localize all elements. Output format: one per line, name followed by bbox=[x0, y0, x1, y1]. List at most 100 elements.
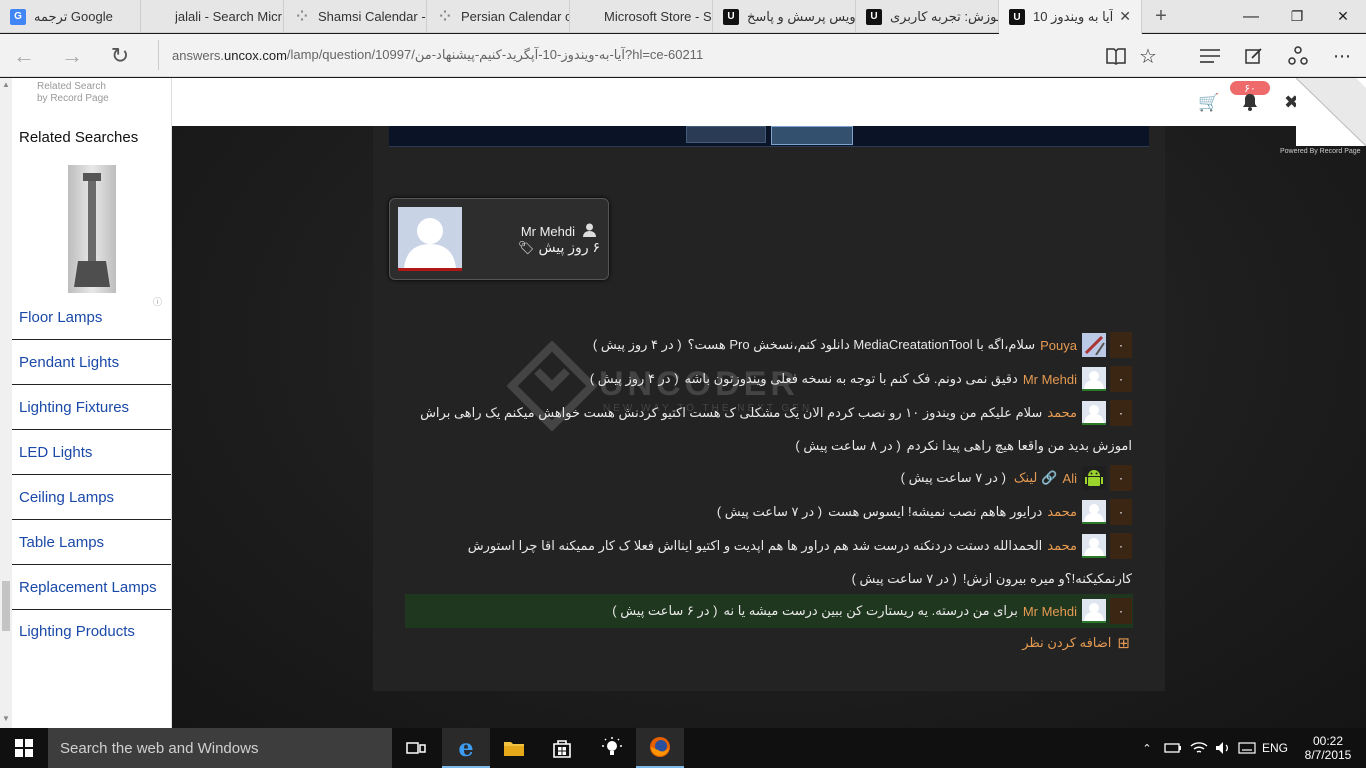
more-options-icon[interactable]: ⋯ bbox=[1326, 40, 1358, 72]
vote-count[interactable]: ۰ bbox=[1110, 533, 1132, 559]
related-item-lighting-products[interactable]: Lighting Products bbox=[12, 610, 171, 640]
wifi-icon[interactable] bbox=[1188, 728, 1210, 768]
task-view-icon[interactable] bbox=[392, 728, 440, 768]
close-window-button[interactable]: ✕ bbox=[1320, 0, 1366, 33]
tab-uncox-qa[interactable]: U سرویس پرسش و پاسخ bbox=[713, 0, 856, 33]
related-item-led-lights[interactable]: LED Lights bbox=[12, 430, 171, 475]
share-icon[interactable] bbox=[1282, 40, 1314, 72]
comment-text: الحمدالله دستت دردنکنه درست شد هم دراور … bbox=[467, 538, 1043, 553]
scroll-down-icon[interactable]: ▼ bbox=[2, 714, 10, 723]
close-tab-icon[interactable]: ✕ bbox=[1119, 8, 1131, 25]
favorite-star-icon[interactable]: ☆ bbox=[1132, 40, 1164, 72]
vote-count[interactable]: ۰ bbox=[1110, 598, 1132, 624]
reading-view-icon[interactable] bbox=[1100, 40, 1132, 72]
comment-author[interactable]: Ali bbox=[1063, 471, 1077, 486]
hub-icon[interactable] bbox=[1194, 40, 1226, 72]
comment-text: سلام علیکم من ویندوز ۱۰ رو نصب کردم الان… bbox=[420, 405, 1043, 420]
back-button[interactable]: ← bbox=[8, 40, 40, 72]
lamp-image[interactable] bbox=[68, 165, 116, 293]
volume-icon[interactable] bbox=[1212, 728, 1234, 768]
forward-button[interactable]: → bbox=[56, 40, 88, 72]
tips-lightbulb-icon[interactable] bbox=[588, 728, 636, 768]
related-search-caption: Related Search by Record Page bbox=[37, 81, 109, 105]
firefox-icon[interactable] bbox=[636, 728, 684, 768]
show-hidden-icons[interactable]: ⌃ bbox=[1136, 728, 1158, 768]
tab-title: ترجمه Google bbox=[34, 8, 113, 24]
loading-dots-icon: ⁘ bbox=[296, 8, 308, 24]
default-avatar[interactable] bbox=[1082, 534, 1106, 558]
bell-icon[interactable] bbox=[1242, 93, 1258, 116]
tab-title: Persian Calendar c bbox=[461, 9, 569, 24]
vote-count[interactable]: ۰ bbox=[1110, 465, 1132, 491]
comment-author[interactable]: Mr Mehdi bbox=[1023, 372, 1077, 387]
caption-line-1: Related Search bbox=[37, 81, 106, 92]
keyboard-icon[interactable] bbox=[1236, 728, 1258, 768]
tab-jalali-search[interactable]: jalali - Search Micr bbox=[141, 0, 284, 33]
input-language[interactable]: ENG bbox=[1260, 728, 1290, 768]
address-bar[interactable]: answers. uncox.com/lamp/question/10997/آی… bbox=[158, 40, 1058, 70]
windows-start-icon[interactable] bbox=[0, 728, 48, 768]
edge-browser-icon[interactable]: e bbox=[442, 728, 490, 768]
tab-title: آیا به ویندوز 10 bbox=[1033, 9, 1114, 24]
default-avatar[interactable] bbox=[1082, 500, 1106, 524]
maximize-button[interactable]: ❐ bbox=[1274, 0, 1320, 33]
page-curl-icon[interactable] bbox=[1295, 78, 1366, 147]
related-searches-panel: ▲ ▼ Related Search by Record Page Relate… bbox=[0, 78, 172, 728]
url-prefix: answers. bbox=[172, 47, 225, 63]
comment-row: ۰ محمد درایور هاهم نصب نمیشه! ایسوس هست … bbox=[717, 497, 1132, 527]
cart-icon[interactable]: 🛒 bbox=[1198, 93, 1219, 113]
comment-author[interactable]: Mr Mehdi bbox=[1023, 604, 1077, 619]
tab-google-translate[interactable]: G ترجمه Google bbox=[0, 0, 141, 33]
store-icon[interactable] bbox=[538, 728, 586, 768]
vote-count[interactable]: ۰ bbox=[1110, 400, 1132, 426]
comment-link[interactable]: لینک bbox=[1014, 470, 1037, 486]
taskbar-search-box[interactable]: Search the web and Windows bbox=[48, 728, 392, 768]
comment-continuation: اموزش بدید من واقعا هیچ راهی پیدا نکردم … bbox=[795, 431, 1132, 461]
web-note-icon[interactable] bbox=[1238, 40, 1270, 72]
comment-text: اموزش بدید من واقعا هیچ راهی پیدا نکردم bbox=[906, 438, 1132, 453]
tab-persian-calendar[interactable]: ⁘ Persian Calendar c bbox=[427, 0, 570, 33]
comment-text: دقیق نمی دونم. فک کنم با توجه به نسخه فع… bbox=[684, 371, 1018, 386]
vote-count[interactable]: ۰ bbox=[1110, 366, 1132, 392]
related-item-ceiling-lamps[interactable]: Ceiling Lamps bbox=[12, 475, 171, 520]
power-battery-icon[interactable] bbox=[1162, 728, 1184, 768]
comment-author[interactable]: محمد bbox=[1047, 504, 1077, 520]
new-tab-button[interactable]: + bbox=[1142, 0, 1180, 33]
link-icon[interactable]: 🔗 bbox=[1041, 470, 1057, 486]
comment-author[interactable]: محمد bbox=[1047, 538, 1077, 554]
panel-scrollbar[interactable]: ▲ ▼ bbox=[0, 78, 12, 728]
related-item-table-lamps[interactable]: Table Lamps bbox=[12, 520, 171, 565]
default-avatar[interactable] bbox=[1082, 401, 1106, 425]
vote-count[interactable]: ۰ bbox=[1110, 499, 1132, 525]
tab-uncox-ux[interactable]: U آموزش: تجربه کاربری bbox=[856, 0, 999, 33]
author-time: ۶ روز پیش 🏷 bbox=[518, 239, 600, 256]
tab-shamsi-calendar[interactable]: ⁘ Shamsi Calendar - bbox=[284, 0, 427, 33]
related-item-pendant-lights[interactable]: Pendant Lights bbox=[12, 340, 171, 385]
comment-author[interactable]: Pouya bbox=[1040, 338, 1077, 353]
default-avatar[interactable] bbox=[1082, 599, 1106, 623]
refresh-button[interactable]: ↻ bbox=[104, 40, 136, 72]
scrollbar-thumb[interactable] bbox=[2, 581, 10, 631]
file-explorer-icon[interactable] bbox=[490, 728, 538, 768]
uncox-icon: U bbox=[723, 8, 739, 25]
vote-count[interactable]: ۰ bbox=[1110, 332, 1132, 358]
android-avatar[interactable] bbox=[1082, 466, 1106, 490]
add-comment-button[interactable]: ⊞ اضافه کردن نظر bbox=[1022, 634, 1130, 652]
tab-uncox-windows10[interactable]: U آیا به ویندوز 10 ✕ bbox=[999, 0, 1142, 34]
tab-microsoft-store[interactable]: Microsoft Store - S bbox=[570, 0, 713, 33]
minimize-button[interactable]: — bbox=[1228, 0, 1274, 33]
author-name[interactable]: Mr Mehdi bbox=[521, 224, 575, 239]
pouya-avatar[interactable] bbox=[1082, 333, 1106, 357]
author-avatar[interactable] bbox=[398, 207, 462, 271]
scroll-up-icon[interactable]: ▲ bbox=[2, 80, 10, 89]
add-comment-label: اضافه کردن نظر bbox=[1022, 635, 1112, 650]
comment-text: کارنمکیکنه!؟و میره بیرون ازش! bbox=[962, 571, 1132, 586]
clock[interactable]: 00:22 8/7/2015 bbox=[1296, 728, 1360, 768]
default-avatar[interactable] bbox=[1082, 367, 1106, 391]
loading-dots-icon: ⁘ bbox=[439, 8, 451, 24]
related-item-replacement-lamps[interactable]: Replacement Lamps bbox=[12, 565, 171, 610]
related-item-lighting-fixtures[interactable]: Lighting Fixtures bbox=[12, 385, 171, 430]
comment-author[interactable]: محمد bbox=[1047, 405, 1077, 421]
comment-time: ( در ۷ ساعت پیش ) bbox=[851, 571, 957, 586]
related-item-floor-lamps[interactable]: Floor Lamps bbox=[12, 295, 171, 340]
